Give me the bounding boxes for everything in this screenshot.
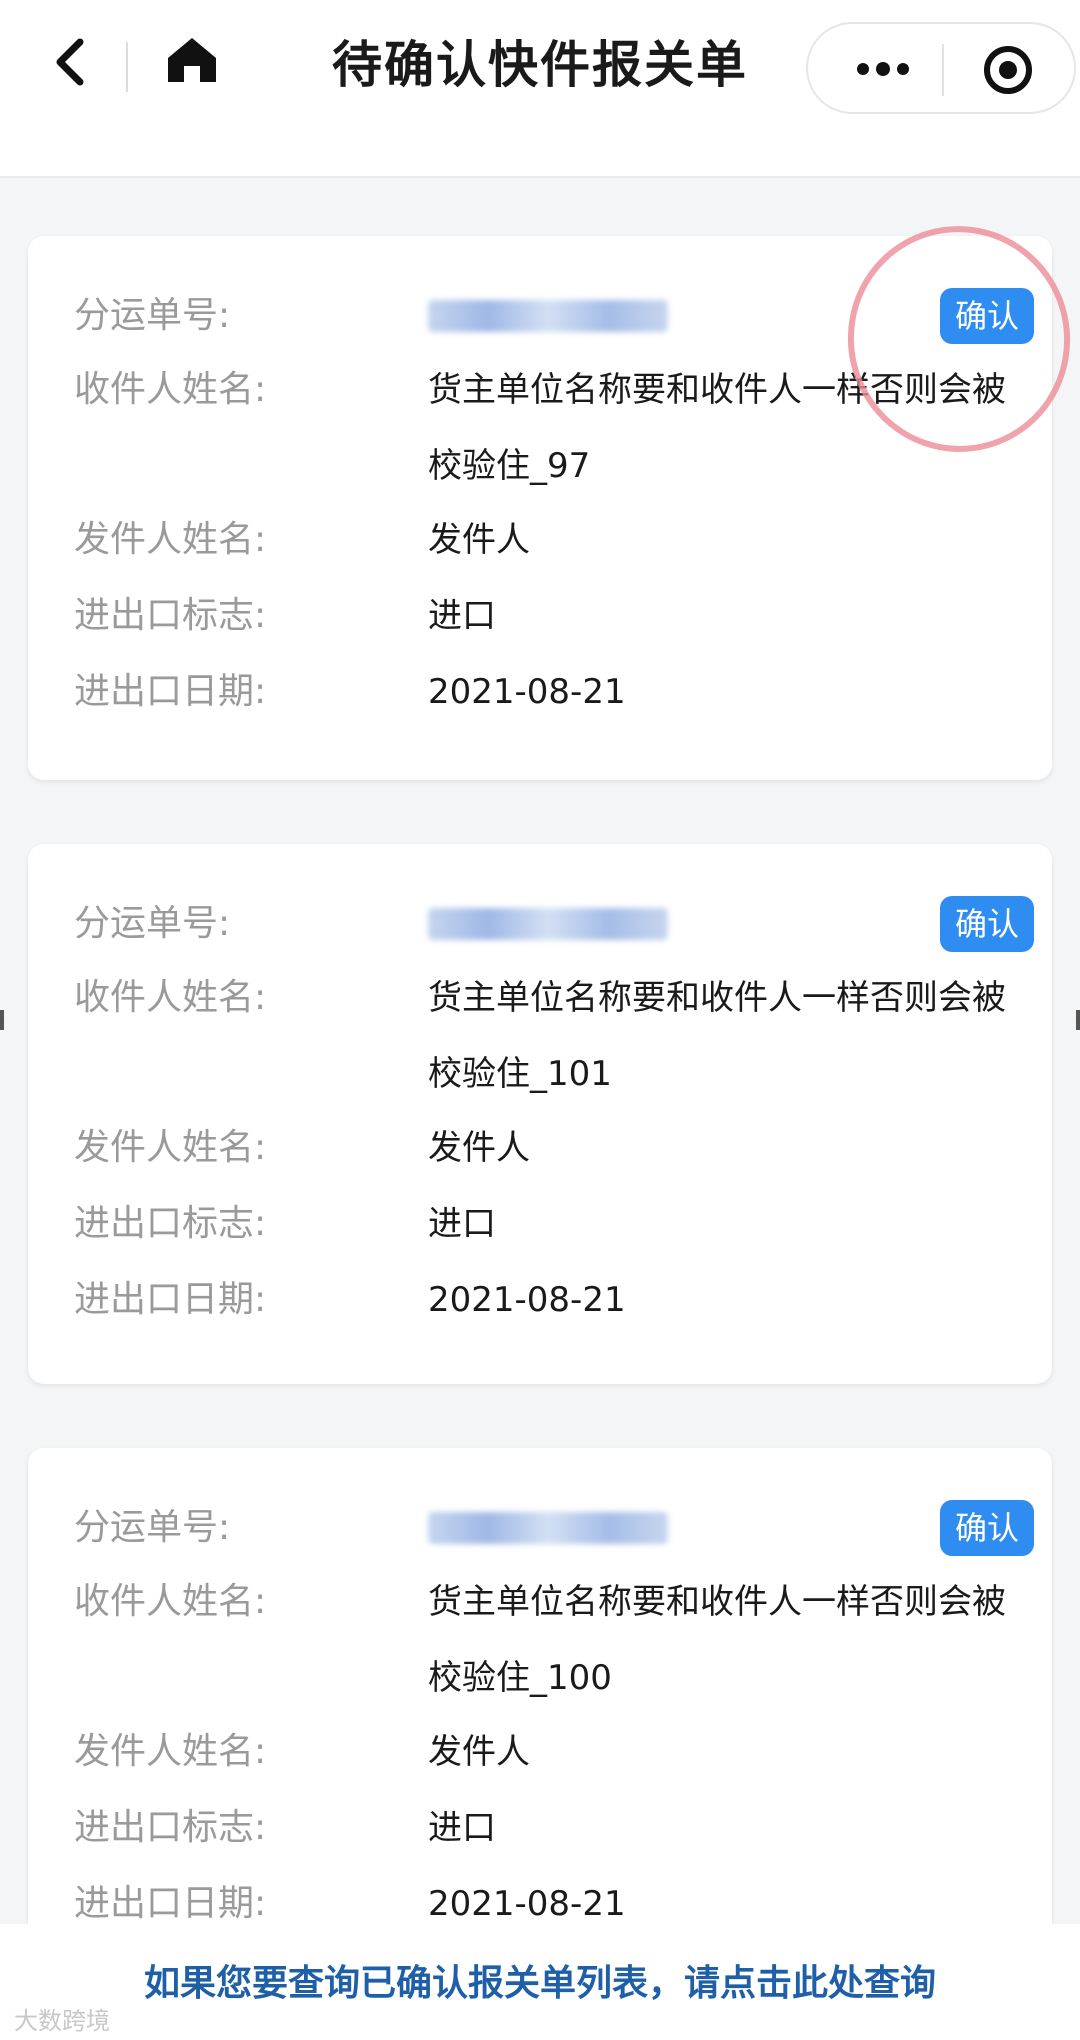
close-mini-program-button[interactable] — [978, 44, 1038, 96]
io-flag-value: 进口 — [428, 1204, 496, 1244]
waybill-row: 分运单号: — [74, 894, 1034, 954]
recipient-label: 收件人姓名: — [74, 369, 267, 410]
waybill-value-blurred — [428, 1512, 668, 1544]
io-date-label: 进出口日期: — [74, 671, 267, 712]
io-date-row: 进出口日期: 2021-08-21 — [74, 1270, 1034, 1330]
sender-row: 发件人姓名: 发件人 — [74, 1722, 1034, 1782]
sender-label: 发件人姓名: — [74, 1127, 267, 1168]
capsule-divider — [942, 44, 944, 96]
scroll-edge-left — [0, 1010, 4, 1030]
waybill-label: 分运单号: — [74, 295, 231, 336]
recipient-row: 收件人姓名: 货主单位名称要和收件人一样否则会被校验住_100 — [74, 1572, 1034, 1722]
io-date-row: 进出口日期: 2021-08-21 — [74, 662, 1034, 722]
waybill-row: 分运单号: — [74, 1498, 1034, 1558]
io-date-value: 2021-08-21 — [428, 1280, 626, 1320]
io-flag-label: 进出口标志: — [74, 1807, 267, 1848]
home-button[interactable] — [160, 28, 224, 92]
query-confirmed-link[interactable]: 如果您要查询已确认报关单列表，请点击此处查询 — [0, 1954, 1080, 2014]
declaration-card: 分运单号: 确认 收件人姓名: 货主单位名称要和收件人一样否则会被校验住_101… — [28, 844, 1052, 1384]
nav-divider — [126, 42, 128, 92]
sender-value: 发件人 — [428, 1128, 530, 1168]
nav-bar: 待确认快件报关单 — [0, 0, 1080, 178]
io-flag-value: 进口 — [428, 596, 496, 636]
io-flag-row: 进出口标志: 进口 — [74, 1798, 1034, 1858]
scroll-edge-right — [1076, 1010, 1080, 1030]
chevron-left-icon — [56, 38, 84, 86]
confirm-button[interactable]: 确认 — [940, 1500, 1034, 1556]
watermark: 大数跨境 — [14, 2007, 110, 2035]
sender-row: 发件人姓名: 发件人 — [74, 1118, 1034, 1178]
back-button[interactable] — [38, 30, 102, 94]
io-flag-label: 进出口标志: — [74, 1203, 267, 1244]
sender-value: 发件人 — [428, 520, 530, 560]
confirm-button[interactable]: 确认 — [940, 896, 1034, 952]
io-date-label: 进出口日期: — [74, 1279, 267, 1320]
recipient-row: 收件人姓名: 货主单位名称要和收件人一样否则会被校验住_101 — [74, 968, 1034, 1118]
waybill-label: 分运单号: — [74, 903, 231, 944]
target-icon — [984, 46, 1032, 94]
waybill-label: 分运单号: — [74, 1507, 231, 1548]
sender-value: 发件人 — [428, 1732, 530, 1772]
footer-bar: 如果您要查询已确认报关单列表，请点击此处查询 大数跨境 — [0, 1924, 1080, 2040]
more-dots-icon — [857, 62, 909, 76]
more-button[interactable] — [848, 46, 918, 92]
recipient-value: 货主单位名称要和收件人一样否则会被校验住_100 — [428, 1582, 1006, 1698]
io-flag-row: 进出口标志: 进口 — [74, 586, 1034, 646]
mini-program-capsule — [806, 22, 1076, 114]
io-date-value: 2021-08-21 — [428, 672, 626, 712]
declaration-card: 分运单号: 确认 收件人姓名: 货主单位名称要和收件人一样否则会被校验住_100… — [28, 1448, 1052, 1968]
recipient-value: 货主单位名称要和收件人一样否则会被校验住_101 — [428, 978, 1006, 1094]
recipient-label: 收件人姓名: — [74, 1581, 267, 1622]
recipient-label: 收件人姓名: — [74, 977, 267, 1018]
io-flag-value: 进口 — [428, 1808, 496, 1848]
page-title: 待确认快件报关单 — [332, 36, 748, 94]
io-flag-row: 进出口标志: 进口 — [74, 1194, 1034, 1254]
sender-label: 发件人姓名: — [74, 519, 267, 560]
waybill-value-blurred — [428, 908, 668, 940]
waybill-value-blurred — [428, 300, 668, 332]
sender-label: 发件人姓名: — [74, 1731, 267, 1772]
sender-row: 发件人姓名: 发件人 — [74, 510, 1034, 570]
io-flag-label: 进出口标志: — [74, 595, 267, 636]
home-icon — [168, 38, 216, 82]
